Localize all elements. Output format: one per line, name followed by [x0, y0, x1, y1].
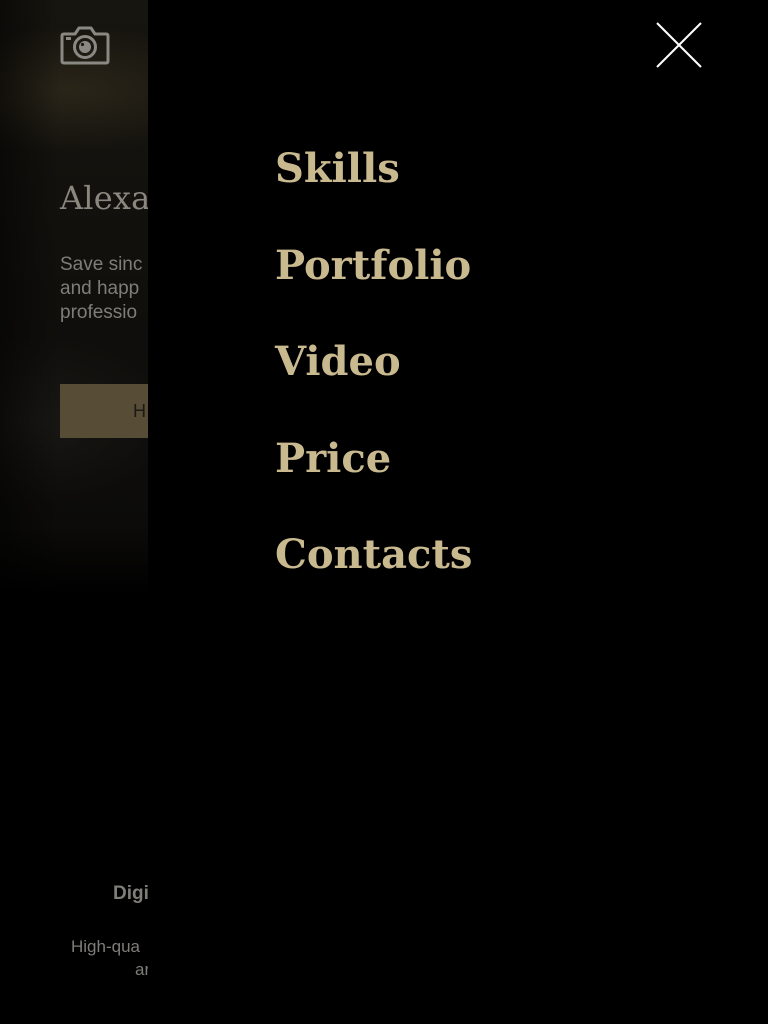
menu-item-video[interactable]: Video [275, 333, 472, 430]
menu-item-skills[interactable]: Skills [275, 140, 472, 237]
menu-item-portfolio[interactable]: Portfolio [275, 237, 472, 334]
menu-item-price[interactable]: Price [275, 430, 472, 527]
close-icon [656, 22, 702, 68]
camera-icon[interactable] [60, 25, 110, 65]
close-menu-button[interactable] [656, 22, 702, 68]
menu-list: Skills Portfolio Video Price Contacts [275, 140, 472, 623]
feature-title: Digi [113, 883, 149, 904]
hero-title: Alexa [60, 179, 151, 217]
hero-shadow [0, 0, 60, 595]
menu-item-contacts[interactable]: Contacts [275, 526, 472, 623]
navigation-menu-overlay: Skills Portfolio Video Price Contacts [148, 0, 768, 1024]
